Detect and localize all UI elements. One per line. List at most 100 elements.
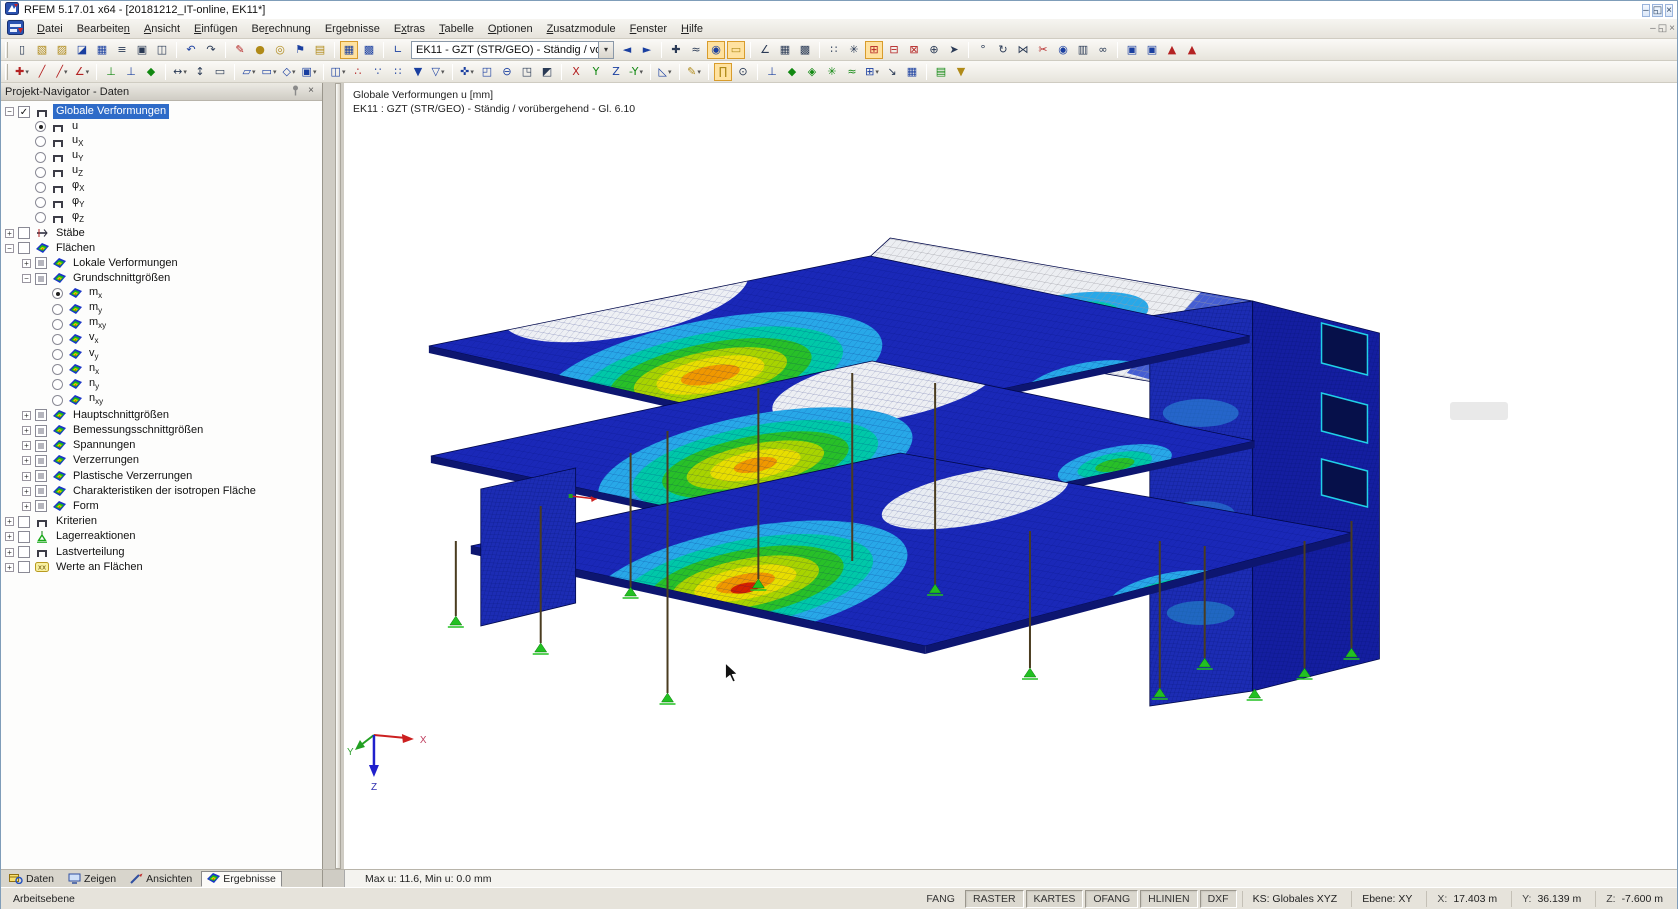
checkbox-off[interactable] <box>18 515 30 528</box>
panel-toggle-icon[interactable]: ∏ <box>714 62 732 81</box>
new-polyline-icon[interactable]: ∠ ▾ <box>73 63 91 81</box>
menu-zusatzmodule[interactable]: Zusatzmodule <box>540 21 623 37</box>
radio-unselected[interactable] <box>52 333 63 345</box>
toolbar-grip[interactable] <box>5 41 8 58</box>
new-node-icon[interactable]: ✚ ▾ <box>13 63 31 81</box>
tree-item-my[interactable]: my <box>1 301 322 316</box>
radio-unselected[interactable] <box>52 364 63 376</box>
checkbox-partial[interactable] <box>35 272 47 285</box>
show-results-icon[interactable]: ◉ <box>707 40 725 59</box>
new-block-icon[interactable]: ▣ ▾ <box>300 63 318 81</box>
tree-item-x[interactable]: φX <box>1 179 322 195</box>
mdi-restore-button[interactable]: ◱ <box>1658 23 1667 34</box>
new-document-icon[interactable]: ▯ <box>13 41 31 59</box>
menu-datei[interactable]: Datei <box>30 21 70 37</box>
result-table-icon[interactable]: ▦ <box>776 41 794 59</box>
checkbox-partial[interactable] <box>35 454 47 467</box>
tree-item-nxy[interactable]: nxy <box>1 392 322 408</box>
tab-zeigen[interactable]: Zeigen <box>63 872 121 886</box>
results-solid-icon[interactable]: ◈ <box>803 63 821 81</box>
block-insert-icon[interactable]: ▽ ▾ <box>429 63 447 81</box>
tree-item-mxy[interactable]: mxy <box>1 316 322 332</box>
menu-ansicht[interactable]: Ansicht <box>137 21 187 37</box>
expand-icon[interactable]: + <box>5 547 14 557</box>
tab-ansichten[interactable]: Ansichten <box>125 872 197 886</box>
toggle-hlinien[interactable]: HLINIEN <box>1140 890 1198 908</box>
expand-icon[interactable]: + <box>22 471 31 481</box>
expand-icon[interactable]: + <box>5 532 14 542</box>
menu-einfügen[interactable]: Einfügen <box>187 21 244 37</box>
checkbox-partial[interactable] <box>35 257 47 270</box>
cube-faces-icon[interactable]: ◩ <box>538 63 556 81</box>
splitter[interactable] <box>323 83 344 869</box>
checkbox-partial[interactable] <box>35 439 47 452</box>
zoom-window-icon[interactable]: ◰ <box>478 63 496 81</box>
report-icon[interactable]: ▥ <box>1074 41 1092 59</box>
tree-item-lokale-verformungen[interactable]: + Lokale Verformungen <box>1 256 322 271</box>
clip-plane-z-icon[interactable]: ⊠ <box>905 41 923 59</box>
expand-icon[interactable]: + <box>22 456 31 466</box>
array-copy-icon[interactable]: ∵ <box>369 63 387 81</box>
zoom-out-icon[interactable]: ⊖ <box>498 63 516 81</box>
new-member-set-icon[interactable]: ⊥ <box>122 63 140 81</box>
clip-rotate-icon[interactable]: ⊕ <box>925 41 943 59</box>
radio-unselected[interactable] <box>35 136 46 148</box>
modules-icon[interactable]: ∞ <box>1094 41 1112 59</box>
checkbox-off[interactable] <box>18 242 30 255</box>
checkbox-off[interactable] <box>18 546 30 559</box>
edit-mode-icon[interactable]: ✎ <box>231 41 249 59</box>
radio-unselected[interactable] <box>52 379 63 391</box>
mesh-points-icon[interactable]: ∷ <box>825 41 843 59</box>
radio-unselected[interactable] <box>35 151 46 163</box>
radio-unselected[interactable] <box>35 182 46 194</box>
results-surface-icon[interactable]: ◆ <box>783 63 801 81</box>
tree-item-globale-verformungen[interactable]: − ✓ Globale Verformungen <box>1 104 322 120</box>
menu-optionen[interactable]: Optionen <box>481 21 540 37</box>
radio-unselected[interactable] <box>52 349 63 361</box>
radio-unselected[interactable] <box>35 212 46 224</box>
tree-item-form[interactable]: + Form <box>1 499 322 514</box>
dimension-icon[interactable]: ↔ ▾ <box>171 63 189 81</box>
expand-icon[interactable]: + <box>5 228 14 238</box>
tree-item-z[interactable]: φZ <box>1 210 322 225</box>
new-opening-icon[interactable]: ▭ ▾ <box>260 63 278 81</box>
new-surface-icon[interactable]: ◆ <box>142 63 160 81</box>
tree-item-bemessungsschnittgrößen[interactable]: + Bemessungsschnittgrößen <box>1 423 322 438</box>
new-solid-icon[interactable]: ◇ ▾ <box>280 63 298 81</box>
checkbox-partial[interactable] <box>35 470 47 483</box>
checkbox-partial[interactable] <box>35 500 47 513</box>
dimension-frame-icon[interactable]: ▭ <box>211 63 229 81</box>
auxiliary-dimension-icon[interactable]: ↕ <box>191 63 209 81</box>
save-icon[interactable]: ▦ <box>93 41 111 59</box>
supports-icon[interactable]: ✳ <box>823 63 841 81</box>
radio-unselected[interactable] <box>35 166 46 178</box>
tree-item-lastverteilung[interactable]: + Lastverteilung <box>1 544 322 559</box>
toggle-kartes[interactable]: KARTES <box>1025 890 1084 908</box>
probe-icon[interactable]: ° <box>974 41 992 59</box>
open-project-icon[interactable]: ▨ <box>53 41 71 59</box>
view-x-icon[interactable]: X <box>567 63 585 81</box>
mdi-close-button[interactable]: × <box>1669 23 1675 34</box>
new-line-dimension-icon[interactable]: ╱ ▾ <box>53 63 71 81</box>
point-coordinates-icon[interactable]: ✚ <box>667 41 685 59</box>
tree-item-vx[interactable]: vx <box>1 331 322 347</box>
tree-item-u[interactable]: u <box>1 119 322 134</box>
show-tables-icon[interactable]: ▦ <box>340 40 358 59</box>
view-y-icon[interactable]: Y <box>587 63 605 81</box>
view-z-icon[interactable]: Z <box>607 63 625 81</box>
radio-unselected[interactable] <box>35 197 46 209</box>
expand-icon[interactable]: + <box>22 258 31 268</box>
big-tables-icon[interactable]: ▦ <box>903 63 921 81</box>
block-save-icon[interactable]: ▼ <box>409 63 427 81</box>
deformation-scale-icon[interactable]: ∠ <box>756 41 774 59</box>
tree-item-y[interactable]: φY <box>1 195 322 210</box>
expand-icon[interactable]: + <box>22 501 31 511</box>
export-pdf-icon[interactable]: ▲ <box>1183 41 1201 59</box>
array-copy2-icon[interactable]: ∷ <box>389 63 407 81</box>
minimize-button[interactable]: – <box>1642 3 1650 17</box>
expand-icon[interactable]: + <box>22 486 31 496</box>
new-surface-blue-icon[interactable]: ▱ ▾ <box>240 63 258 81</box>
model-viewport[interactable]: Globale Verformungen u [mm] EK11 : GZT (… <box>344 83 1677 869</box>
tree-item-plastische-verzerrungen[interactable]: + Plastische Verzerrungen <box>1 469 322 484</box>
menu-bearbeiten[interactable]: Bearbeiten <box>70 21 137 37</box>
